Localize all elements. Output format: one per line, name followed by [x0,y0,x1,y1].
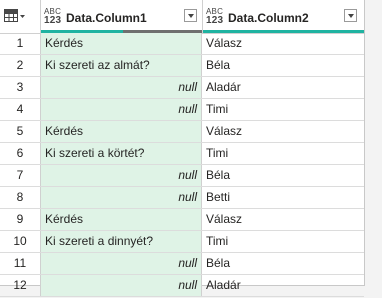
row-number[interactable]: 9 [0,209,41,230]
table-row[interactable]: 10 Ki szereti a dinnyét? Timi [0,231,364,253]
table-row[interactable]: 1 Kérdés Válasz [0,33,364,55]
cell-column1[interactable]: Ki szereti a dinnyét? [41,231,202,252]
row-number[interactable]: 4 [0,99,41,120]
row-number[interactable]: 1 [0,33,41,54]
cell-column2[interactable]: Válasz [203,209,364,230]
row-number[interactable]: 10 [0,231,41,252]
cell-column1[interactable]: Ki szereti az almát? [41,55,202,76]
cell-column2[interactable]: Aladár [203,77,364,98]
table-row[interactable]: 2 Ki szereti az almát? Béla [0,55,364,77]
cell-null-value[interactable]: null [41,77,202,98]
cell-null-value[interactable]: null [41,253,202,274]
column-header-data-column1[interactable]: ABC 123 Data.Column1 [41,0,203,33]
filter-dropdown-icon[interactable] [184,9,197,22]
cell-column2[interactable]: Betti [203,187,364,208]
cell-column1[interactable]: Kérdés [41,209,202,230]
table-row[interactable]: 7 null Béla [0,165,364,187]
column-header-data-column2[interactable]: ABC 123 Data.Column2 [203,0,364,33]
any-type-icon[interactable]: ABC 123 [44,7,64,26]
cell-null-value[interactable]: null [41,275,202,296]
data-preview-grid: ABC 123 Data.Column1 ABC 123 Data.Column… [0,0,365,297]
table-row[interactable]: 12 null Aladár [0,275,364,297]
table-row[interactable]: 5 Kérdés Válasz [0,121,364,143]
table-row[interactable]: 4 null Timi [0,99,364,121]
cell-null-value[interactable]: null [41,165,202,186]
table-row[interactable]: 6 Ki szereti a körtét? Timi [0,143,364,165]
cell-column1[interactable]: Kérdés [41,121,202,142]
row-number[interactable]: 12 [0,275,41,296]
cell-column1[interactable]: Kérdés [41,33,202,54]
table-menu-button[interactable] [0,0,41,33]
cell-column2[interactable]: Timi [203,143,364,164]
column-name: Data.Column1 [66,11,147,25]
row-number[interactable]: 3 [0,77,41,98]
column-name: Data.Column2 [228,11,309,25]
cell-column2[interactable]: Béla [203,253,364,274]
row-number[interactable]: 8 [0,187,41,208]
cell-column2[interactable]: Béla [203,55,364,76]
any-type-icon[interactable]: ABC 123 [206,7,226,26]
row-number[interactable]: 2 [0,55,41,76]
row-number[interactable]: 11 [0,253,41,274]
row-number[interactable]: 6 [0,143,41,164]
table-icon [4,9,25,22]
table-row[interactable]: 9 Kérdés Válasz [0,209,364,231]
table-row[interactable]: 11 null Béla [0,253,364,275]
column-header-row: ABC 123 Data.Column1 ABC 123 Data.Column… [0,0,364,34]
table-body: 1 Kérdés Válasz 2 Ki szereti az almát? Béla 3 n… [0,33,364,297]
table-row[interactable]: 3 null Aladár [0,77,364,99]
cell-null-value[interactable]: null [41,99,202,120]
cell-column2[interactable]: Aladár [203,275,364,296]
cell-null-value[interactable]: null [41,187,202,208]
cell-column1[interactable]: Ki szereti a körtét? [41,143,202,164]
table-row[interactable]: 8 null Betti [0,187,364,209]
cell-column2[interactable]: Válasz [203,121,364,142]
filter-dropdown-icon[interactable] [344,9,357,22]
row-number[interactable]: 5 [0,121,41,142]
cell-column2[interactable]: Béla [203,165,364,186]
row-number[interactable]: 7 [0,165,41,186]
cell-column2[interactable]: Timi [203,99,364,120]
cell-column2[interactable]: Válasz [203,33,364,54]
cell-column2[interactable]: Timi [203,231,364,252]
